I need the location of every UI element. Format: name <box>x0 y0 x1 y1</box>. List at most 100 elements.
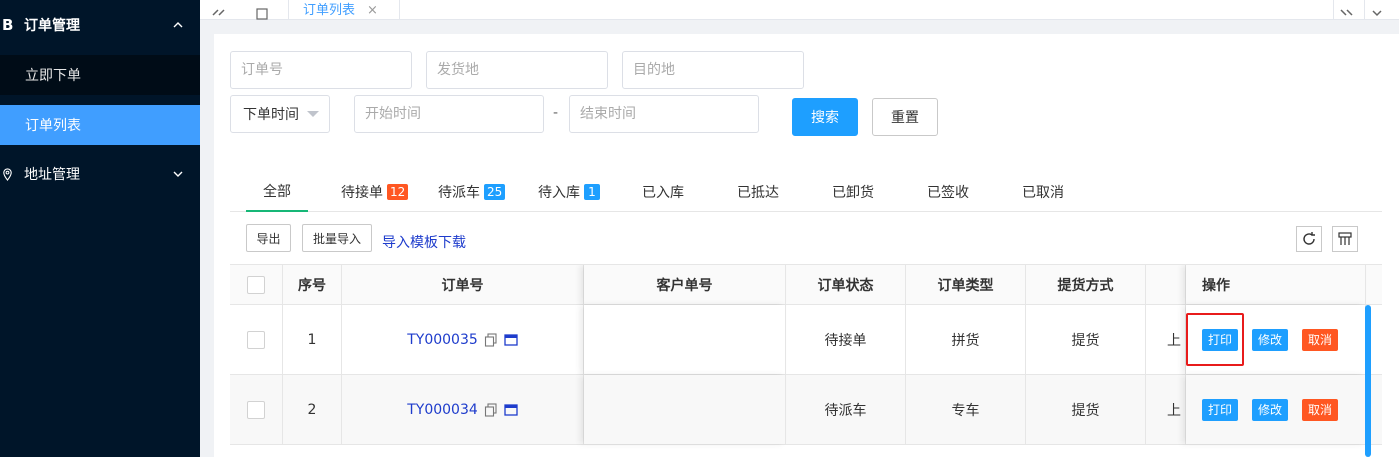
tab-arrived[interactable]: 已抵达 <box>737 172 779 212</box>
row-checkbox-cell <box>230 305 283 374</box>
sidebar-item-label: 订单列表 <box>25 118 81 134</box>
collapse-left-icon[interactable] <box>208 0 230 20</box>
sidebar: B 订单管理 立即下单 订单列表 地址管理 <box>0 0 200 457</box>
row-customer-no <box>584 305 786 374</box>
columns-icon[interactable] <box>1332 226 1358 252</box>
tab-warehoused[interactable]: 已入库 <box>642 172 684 212</box>
tab-pending-accept[interactable]: 待接单 12 <box>341 172 409 212</box>
row-index: 1 <box>283 305 342 374</box>
row-customer-no <box>584 375 786 444</box>
tab-all[interactable]: 全部 <box>246 172 308 212</box>
row-truncated: 上 <box>1146 305 1186 374</box>
row-truncated: 上 <box>1146 375 1186 444</box>
row-actions: 打印 修改 取消 <box>1186 375 1366 444</box>
tab-label: 已签收 <box>927 185 969 201</box>
row-pickup: 提货 <box>1026 305 1146 374</box>
menu-group-order-management[interactable]: B 订单管理 <box>0 0 200 50</box>
edit-button[interactable]: 修改 <box>1252 328 1289 351</box>
edit-button[interactable]: 修改 <box>1252 398 1289 421</box>
menu-group-label: 订单管理 <box>24 18 80 34</box>
export-label: 导出 <box>256 231 281 246</box>
header-type: 订单类型 <box>906 265 1026 304</box>
row-order-no-cell: TY000034 <box>342 375 584 444</box>
tab-unloaded[interactable]: 已卸货 <box>832 172 874 212</box>
chevron-down-icon <box>173 171 183 177</box>
search-button-label: 搜索 <box>811 110 839 126</box>
row-type: 专车 <box>906 375 1026 444</box>
menu-group-address-management[interactable]: 地址管理 <box>0 149 200 199</box>
start-time-input[interactable] <box>354 95 544 133</box>
time-type-value: 下单时间 <box>243 107 299 123</box>
tab-label: 订单列表 <box>303 3 356 18</box>
sidebar-item-place-order[interactable]: 立即下单 <box>0 55 200 95</box>
menu-group-label: 地址管理 <box>24 167 80 183</box>
order-no-link[interactable]: TY000034 <box>407 402 478 418</box>
logo-letter: B <box>2 16 14 34</box>
close-icon[interactable]: × <box>367 3 378 18</box>
order-no-input[interactable] <box>230 51 412 89</box>
sidebar-item-label: 立即下单 <box>25 68 81 84</box>
batch-import-button[interactable]: 批量导入 <box>302 224 372 252</box>
header-customer-no: 客户单号 <box>584 265 786 304</box>
count-badge: 25 <box>484 184 506 200</box>
reset-button[interactable]: 重置 <box>872 98 938 136</box>
print-button[interactable]: 打印 <box>1202 328 1239 351</box>
origin-input[interactable] <box>426 51 608 89</box>
export-button[interactable]: 导出 <box>246 224 291 252</box>
tab-label: 全部 <box>263 184 291 200</box>
copy-icon[interactable] <box>484 402 498 417</box>
destination-input[interactable] <box>622 51 804 89</box>
tab-label: 待入库 <box>538 185 580 201</box>
select-all-checkbox[interactable] <box>247 275 265 294</box>
template-download-link[interactable]: 导入模板下载 <box>382 232 466 252</box>
header-actions: 操作 <box>1186 265 1366 304</box>
row-checkbox[interactable] <box>247 400 265 419</box>
status-tabs: 全部 待接单 12 待派车 25 待入库 1 已入库 已抵达 已卸货 已签收 已… <box>230 172 1382 212</box>
header-status: 订单状态 <box>786 265 906 304</box>
header-checkbox-cell <box>230 265 283 304</box>
tab-order-list[interactable]: 订单列表 × <box>288 0 400 20</box>
tab-label: 待接单 <box>341 185 383 201</box>
row-order-no-cell: TY000035 <box>342 305 584 374</box>
caret-down-icon <box>307 111 319 117</box>
row-type: 拼货 <box>906 305 1026 374</box>
print-button[interactable]: 打印 <box>1202 398 1239 421</box>
header-truncated <box>1146 265 1186 304</box>
tab-label: 已卸货 <box>832 185 874 201</box>
sidebar-item-order-list[interactable]: 订单列表 <box>0 105 200 145</box>
orders-table: 序号 订单号 客户单号 订单状态 订单类型 提货方式 操作 1 TY000035… <box>230 264 1382 457</box>
row-actions: 打印 修改 取消 <box>1186 305 1366 374</box>
chevron-up-icon <box>173 22 183 28</box>
count-badge: 12 <box>387 184 409 200</box>
tab-cancelled[interactable]: 已取消 <box>1022 172 1064 212</box>
count-badge: 1 <box>584 184 600 200</box>
end-time-input[interactable] <box>569 95 759 133</box>
table-row: 1 TY000035 待接单 拼货 提货 上 打印 修改 取消 <box>230 305 1382 375</box>
tab-signed[interactable]: 已签收 <box>927 172 969 212</box>
window-icon[interactable] <box>504 403 518 417</box>
tab-label: 已取消 <box>1022 185 1064 201</box>
more-dropdown-icon[interactable] <box>1364 0 1388 20</box>
header-order-no: 订单号 <box>342 265 584 304</box>
copy-icon[interactable] <box>484 332 498 347</box>
refresh-icon[interactable] <box>1296 226 1322 252</box>
location-icon <box>3 167 12 181</box>
collapse-right-icon[interactable] <box>1333 0 1357 20</box>
tab-label: 待派车 <box>438 185 480 201</box>
search-button[interactable]: 搜索 <box>792 98 858 136</box>
window-icon[interactable] <box>504 333 518 347</box>
row-checkbox-cell <box>230 375 283 444</box>
home-icon[interactable] <box>252 0 272 20</box>
row-checkbox[interactable] <box>247 330 265 349</box>
header-pickup: 提货方式 <box>1026 265 1146 304</box>
tab-bar: 订单列表 × <box>200 0 1399 20</box>
time-type-select[interactable]: 下单时间 <box>230 95 330 133</box>
cancel-order-button[interactable]: 取消 <box>1302 328 1339 351</box>
cancel-order-button[interactable]: 取消 <box>1302 398 1339 421</box>
tab-pending-warehouse[interactable]: 待入库 1 <box>538 172 600 212</box>
tab-label: 已抵达 <box>737 185 779 201</box>
vertical-scrollbar[interactable] <box>1365 305 1371 457</box>
row-status: 待接单 <box>786 305 906 374</box>
tab-pending-dispatch[interactable]: 待派车 25 <box>438 172 506 212</box>
order-no-link[interactable]: TY000035 <box>407 332 478 348</box>
